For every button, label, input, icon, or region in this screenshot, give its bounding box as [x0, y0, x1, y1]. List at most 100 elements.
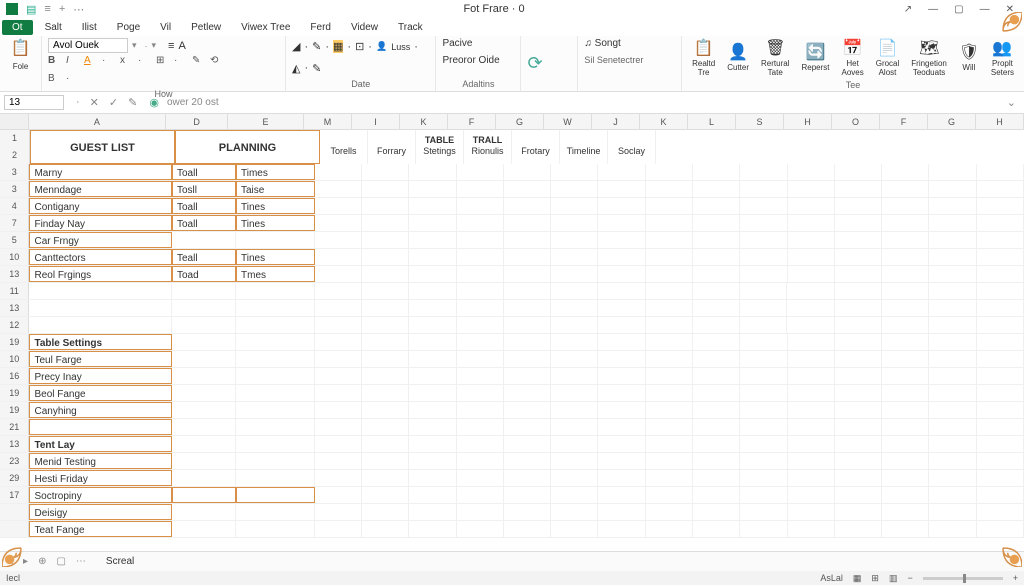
cell[interactable] [693, 419, 740, 435]
colhdr-J[interactable]: J [592, 114, 640, 129]
zoom-in-icon[interactable]: + [1013, 573, 1018, 583]
cell-d[interactable]: Toall [172, 215, 236, 231]
loss-label[interactable]: Luss [391, 42, 410, 52]
cell[interactable] [693, 504, 740, 520]
cell[interactable] [740, 351, 787, 367]
cell[interactable] [929, 232, 976, 248]
formula-expand-icon[interactable]: ⌄ [1007, 96, 1024, 109]
preoror-label[interactable]: Preoror Oide [442, 55, 499, 66]
cell[interactable] [882, 351, 929, 367]
minimize-icon[interactable]: — [928, 4, 938, 15]
cell[interactable] [362, 470, 409, 486]
zoom-slider[interactable] [923, 577, 1003, 580]
file-tab[interactable]: Ot [2, 20, 33, 35]
cell[interactable] [787, 300, 834, 316]
cell-a[interactable]: Precy Inay [29, 368, 172, 384]
cell[interactable] [646, 436, 693, 452]
rowhdr[interactable]: 29 [0, 470, 29, 486]
cell[interactable] [551, 232, 598, 248]
cell[interactable] [882, 368, 929, 384]
cell[interactable] [504, 368, 551, 384]
cell[interactable] [362, 317, 409, 333]
cell[interactable] [977, 351, 1024, 367]
cell[interactable] [504, 334, 551, 350]
cell[interactable] [315, 419, 362, 435]
rowhdr-2[interactable]: 2 [0, 147, 30, 164]
colhdr-G[interactable]: G [496, 114, 544, 129]
cell[interactable] [835, 487, 882, 503]
cell-e[interactable] [236, 283, 315, 299]
zoom-out-icon[interactable]: − [907, 573, 912, 583]
rowhdr[interactable]: 17 [0, 487, 29, 503]
tab-videw[interactable]: Videw [343, 20, 386, 35]
cell[interactable] [835, 181, 882, 197]
cell[interactable] [598, 317, 645, 333]
cell[interactable] [646, 385, 693, 401]
save-icon[interactable]: ▤ [26, 3, 36, 16]
cell[interactable] [504, 385, 551, 401]
cell[interactable] [409, 266, 456, 282]
cell[interactable] [598, 368, 645, 384]
colhdr-e[interactable]: E [228, 114, 304, 129]
cell[interactable] [362, 198, 409, 214]
colhdr-W[interactable]: W [544, 114, 592, 129]
cell[interactable] [929, 266, 976, 282]
cell[interactable] [882, 334, 929, 350]
cell[interactable] [504, 351, 551, 367]
tab-ilist[interactable]: Ilist [74, 20, 105, 35]
cell[interactable] [788, 453, 835, 469]
cell-e[interactable] [236, 436, 315, 452]
cell[interactable] [740, 368, 787, 384]
cell[interactable] [740, 317, 787, 333]
cell-a[interactable]: Table Settings [29, 334, 172, 350]
colhdr-S[interactable]: S [736, 114, 784, 129]
cell[interactable] [457, 232, 504, 248]
cell[interactable] [551, 470, 598, 486]
cell[interactable] [693, 181, 740, 197]
cell-a[interactable]: Canyhing [29, 402, 172, 418]
cell-d[interactable]: Toad [172, 266, 236, 282]
cell[interactable] [362, 521, 409, 537]
cell[interactable] [929, 249, 976, 265]
cell[interactable] [409, 368, 456, 384]
cell[interactable] [362, 436, 409, 452]
cell[interactable] [362, 504, 409, 520]
cell[interactable] [362, 283, 409, 299]
cell[interactable] [598, 487, 645, 503]
rowhdr[interactable]: 23 [0, 453, 29, 469]
cell[interactable] [693, 385, 740, 401]
cell[interactable] [693, 164, 740, 180]
cell[interactable] [740, 504, 787, 520]
rowhdr-1[interactable]: 1 [0, 130, 30, 147]
cell[interactable] [551, 504, 598, 520]
cell[interactable] [315, 215, 362, 231]
cell[interactable] [882, 402, 929, 418]
cell-a[interactable]: Canttectors [29, 249, 172, 265]
cell[interactable] [929, 283, 976, 299]
tab-vil[interactable]: Vil [152, 20, 179, 35]
cell[interactable] [315, 266, 362, 282]
cell[interactable] [362, 181, 409, 197]
cell-d[interactable] [172, 232, 236, 248]
cell[interactable] [740, 436, 787, 452]
cell-a[interactable]: Finday Nay [29, 215, 172, 231]
cell[interactable] [646, 487, 693, 503]
cell-e[interactable] [236, 402, 315, 418]
senet-label[interactable]: Sil Senetectrer [584, 55, 643, 65]
cell[interactable] [929, 300, 976, 316]
cell[interactable] [693, 402, 740, 418]
cell[interactable] [835, 300, 882, 316]
cell[interactable] [409, 232, 456, 248]
cell[interactable] [835, 266, 882, 282]
cell-d[interactable] [172, 453, 236, 469]
cell-e[interactable] [236, 300, 315, 316]
cell-a[interactable]: Menndage [29, 181, 172, 197]
view-layout-icon[interactable]: ⊞ [871, 573, 879, 584]
tab-prev-icon[interactable]: ◂ [8, 556, 13, 567]
cell[interactable] [929, 521, 976, 537]
cell[interactable] [315, 232, 362, 248]
cell-e[interactable]: Taise [236, 181, 315, 197]
strike-icon[interactable]: · [102, 55, 116, 69]
cell[interactable] [598, 419, 645, 435]
cell[interactable] [598, 521, 645, 537]
